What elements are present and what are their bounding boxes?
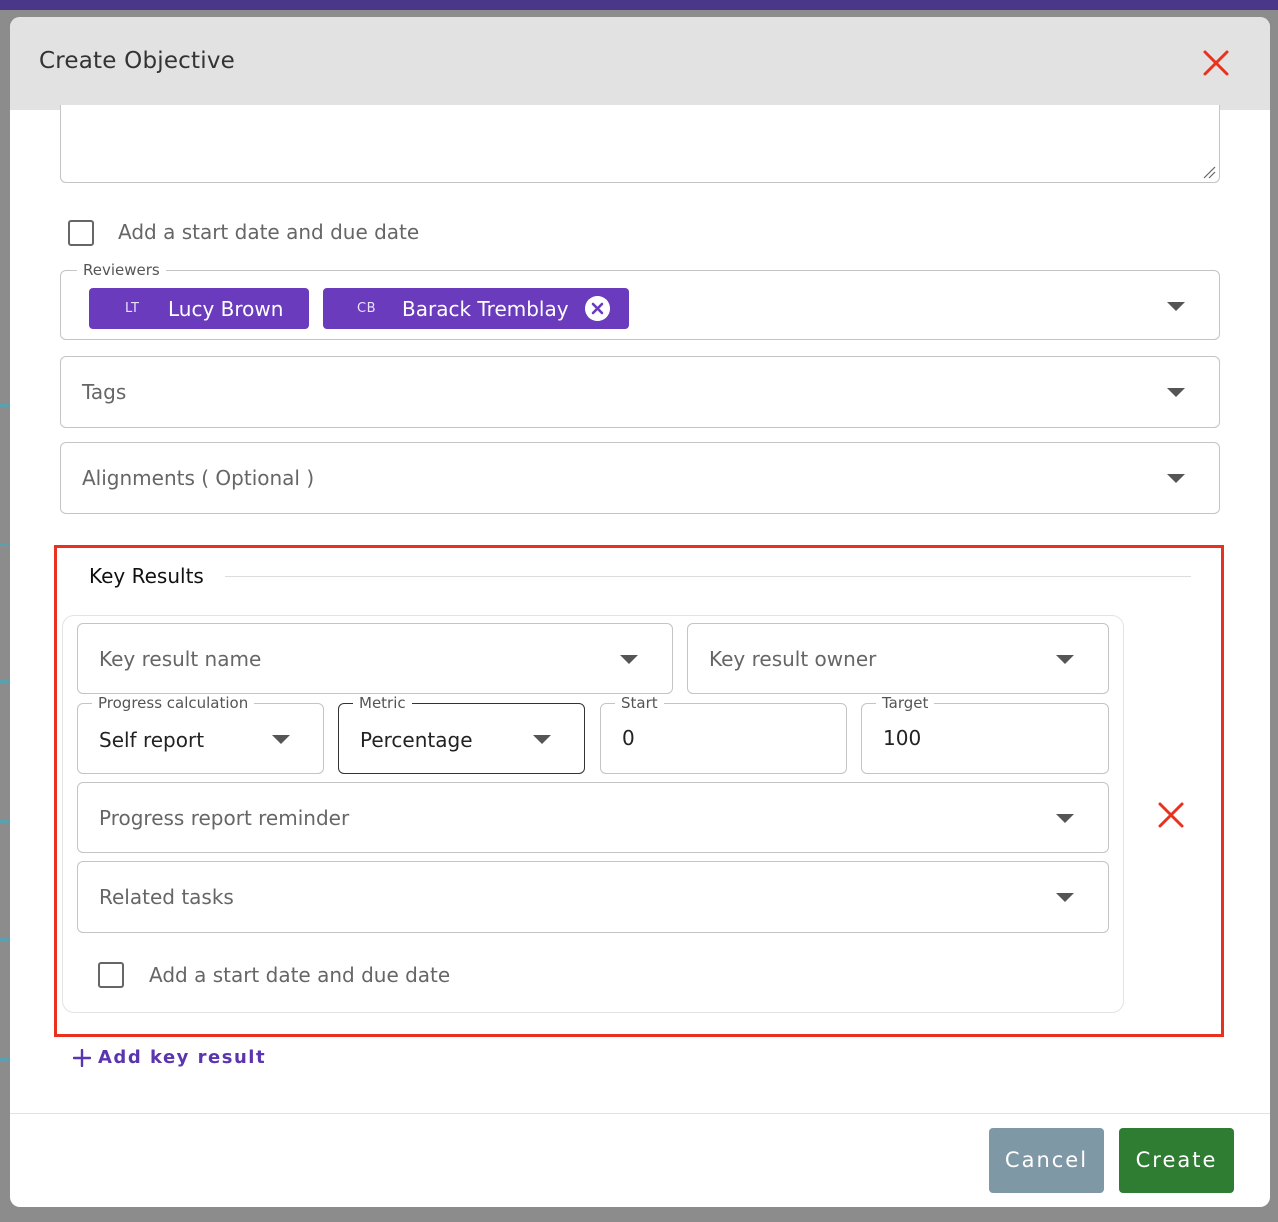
create-button[interactable]: Create <box>1119 1128 1234 1193</box>
tags-select[interactable]: Tags <box>60 356 1220 428</box>
chevron-down-icon[interactable] <box>620 655 638 664</box>
chevron-down-icon[interactable] <box>272 735 290 744</box>
progress-report-reminder-select[interactable]: Progress report reminder <box>77 782 1109 853</box>
resize-handle-icon[interactable] <box>1202 165 1216 179</box>
key-results-title: Key Results <box>89 564 204 588</box>
remove-key-result-icon[interactable] <box>1157 801 1185 829</box>
related-tasks-select[interactable]: Related tasks <box>77 861 1109 933</box>
tags-placeholder: Tags <box>82 380 127 404</box>
key-result-name-placeholder: Key result name <box>99 647 262 671</box>
metric-legend: Metric <box>353 694 412 712</box>
chevron-down-icon[interactable] <box>1167 302 1185 311</box>
footer-divider <box>10 1113 1270 1114</box>
progress-calculation-value: Self report <box>99 728 205 752</box>
date-range-checkbox-label: Add a start date and due date <box>118 220 420 244</box>
add-key-result-label: Add key result <box>98 1047 267 1068</box>
dialog-header: Create Objective <box>10 17 1270 110</box>
progress-report-reminder-placeholder: Progress report reminder <box>99 806 350 830</box>
reviewers-field[interactable]: Reviewers LT Lucy Brown CB Barack Trembl… <box>60 261 1220 340</box>
progress-calculation-select[interactable]: Progress calculation Self report <box>77 694 324 774</box>
alignments-select[interactable]: Alignments ( Optional ) <box>60 442 1220 514</box>
reviewer-name: Lucy Brown <box>168 297 284 321</box>
key-result-card: Key result name Key result owner Progres… <box>62 615 1124 1013</box>
date-range-checkbox[interactable] <box>68 220 94 246</box>
background-row-marker <box>0 820 10 823</box>
target-legend: Target <box>876 694 935 712</box>
key-result-name-select[interactable]: Key result name <box>77 623 673 694</box>
chevron-down-icon[interactable] <box>1056 814 1074 823</box>
start-legend: Start <box>615 694 664 712</box>
reviewers-legend: Reviewers <box>77 261 166 279</box>
close-icon[interactable] <box>1200 47 1232 79</box>
key-results-section: Key Results Key result name Key result o… <box>54 545 1224 1037</box>
target-value-input[interactable]: Target 100 <box>861 694 1109 774</box>
chevron-down-icon[interactable] <box>1056 893 1074 902</box>
target-value: 100 <box>883 726 922 750</box>
start-value-input[interactable]: Start 0 <box>600 694 847 774</box>
key-result-date-range-checkbox[interactable] <box>98 962 124 988</box>
key-result-owner-select[interactable]: Key result owner <box>687 623 1109 694</box>
background-row-marker <box>0 543 10 546</box>
reviewer-initials: CB <box>357 301 376 316</box>
background-row-marker <box>0 1058 10 1061</box>
reviewer-chip[interactable]: CB Barack Tremblay <box>323 288 629 329</box>
alignments-placeholder: Alignments ( Optional ) <box>82 466 315 490</box>
key-result-date-range-checkbox-label: Add a start date and due date <box>149 963 451 987</box>
metric-select[interactable]: Metric Percentage <box>338 694 585 774</box>
create-objective-dialog: Create Objective Add a start date and du… <box>10 17 1270 1207</box>
description-textarea[interactable] <box>60 105 1220 183</box>
reviewer-chip[interactable]: LT Lucy Brown <box>89 288 309 329</box>
reviewer-name: Barack Tremblay <box>402 297 569 321</box>
cancel-button[interactable]: Cancel <box>989 1128 1104 1193</box>
background-row-marker <box>0 938 10 941</box>
start-value: 0 <box>622 726 635 750</box>
chevron-down-icon[interactable] <box>1167 388 1185 397</box>
dialog-title: Create Objective <box>39 48 235 74</box>
progress-calculation-legend: Progress calculation <box>92 694 255 712</box>
chevron-down-icon[interactable] <box>533 735 551 744</box>
plus-icon <box>73 1049 91 1067</box>
app-top-bar <box>0 0 1278 10</box>
related-tasks-placeholder: Related tasks <box>99 885 234 909</box>
background-row-marker <box>0 404 10 407</box>
metric-value: Percentage <box>360 728 473 752</box>
background-row-marker <box>0 680 10 683</box>
remove-chip-icon[interactable] <box>585 296 610 321</box>
chevron-down-icon[interactable] <box>1167 474 1185 483</box>
reviewer-initials: LT <box>125 301 140 316</box>
key-result-owner-placeholder: Key result owner <box>709 647 877 671</box>
key-results-divider <box>225 576 1191 577</box>
chevron-down-icon[interactable] <box>1056 655 1074 664</box>
